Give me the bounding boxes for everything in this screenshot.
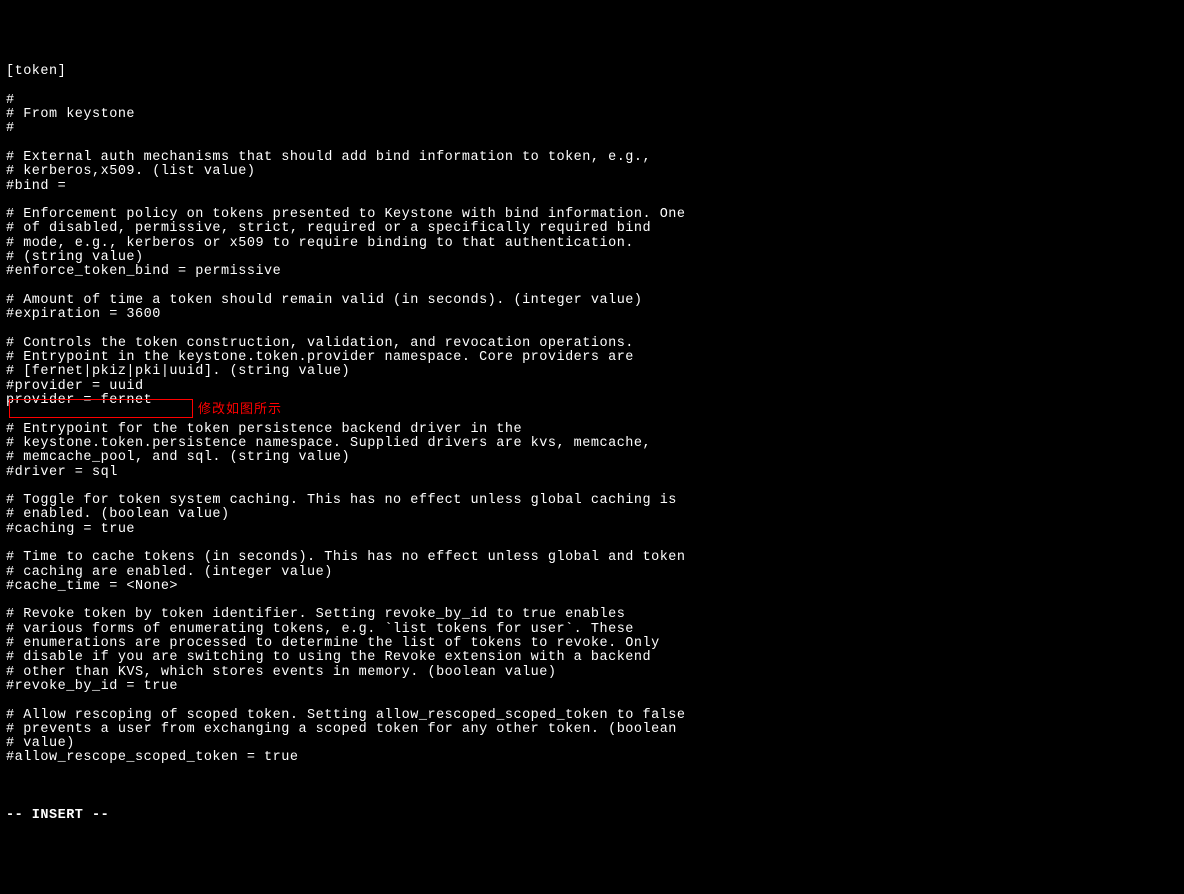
config-file-content: [token] # # From keystone # # External a… (6, 64, 686, 765)
vim-status-mode: -- INSERT -- (6, 808, 109, 823)
terminal-editor[interactable]: [token] # # From keystone # # External a… (6, 65, 1178, 823)
annotation-label: 修改如图所示 (198, 402, 282, 416)
